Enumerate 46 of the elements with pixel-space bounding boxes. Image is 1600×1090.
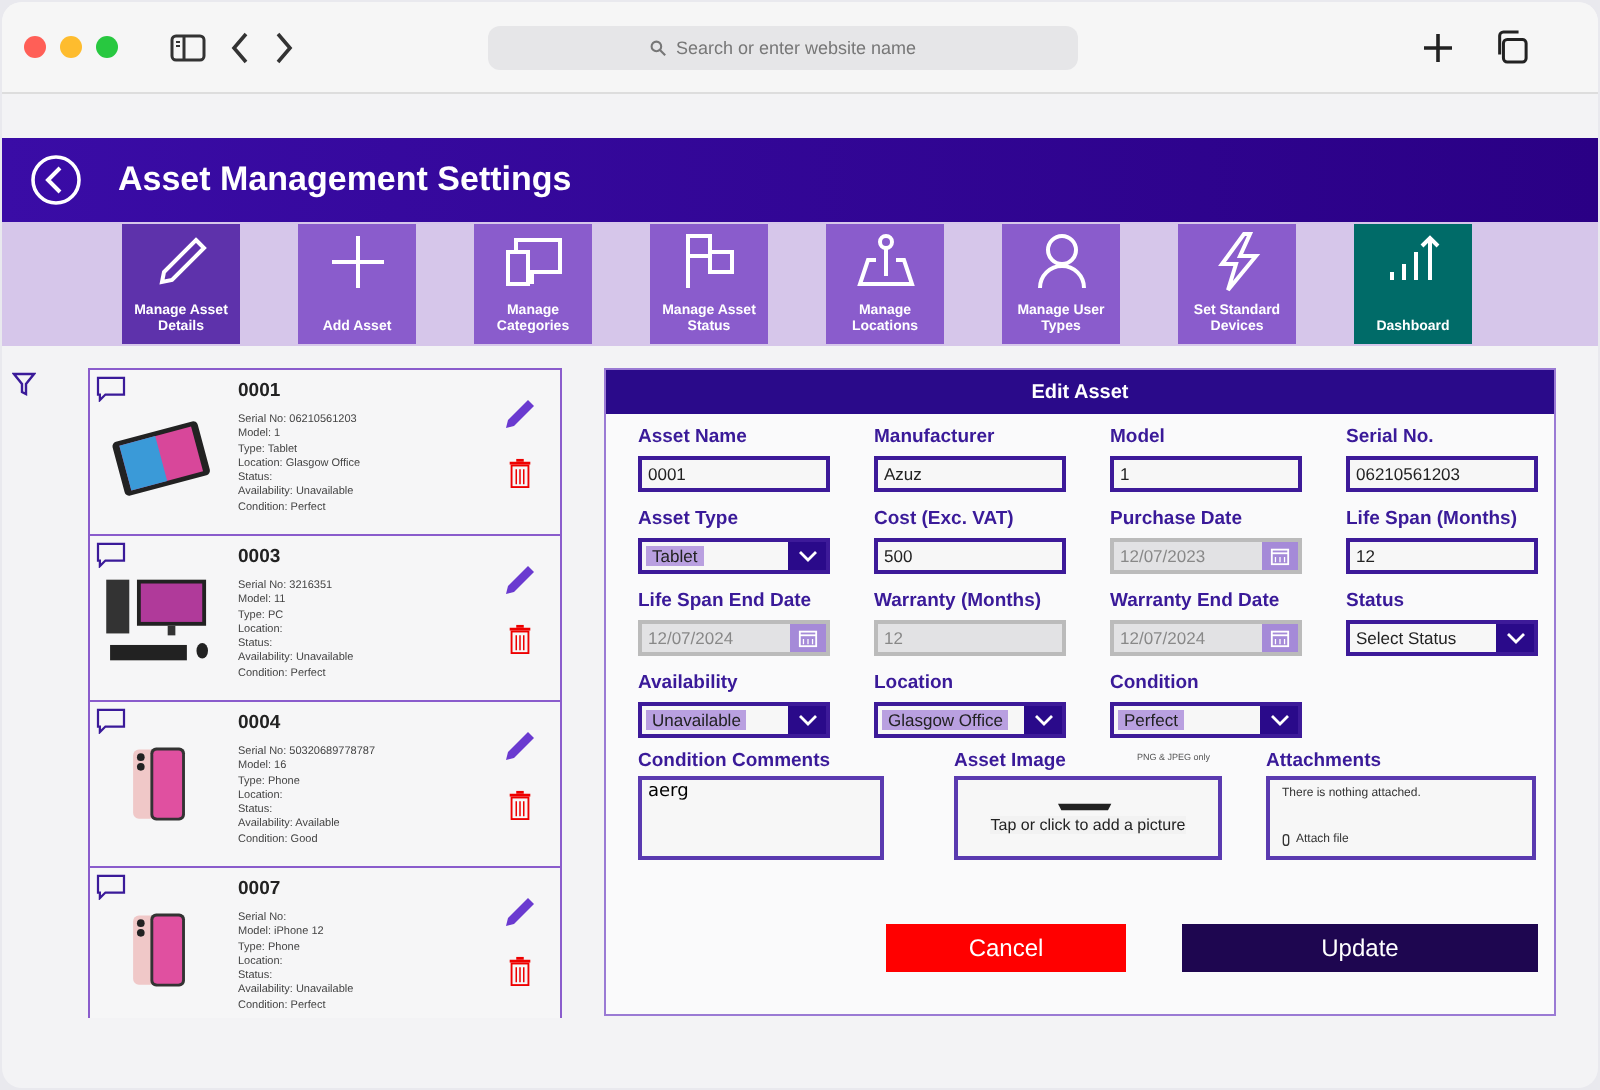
- dropdown[interactable]: Perfect: [1110, 702, 1302, 738]
- input-field[interactable]: 500: [874, 538, 1066, 574]
- input-field[interactable]: 06210561203: [1346, 456, 1538, 492]
- field-label: Manufacturer: [874, 424, 997, 450]
- address-bar[interactable]: Search or enter website name: [488, 25, 1078, 69]
- field-label: Location: [874, 670, 956, 696]
- field-label: Life Span (Months): [1346, 506, 1519, 532]
- asset-id: 0003: [238, 546, 283, 568]
- input-field[interactable]: 0001: [638, 456, 830, 492]
- date-picker: 12/07/2023: [1110, 538, 1302, 574]
- field-label: Cost (Exc. VAT): [874, 506, 1016, 532]
- field-label: Condition: [1110, 670, 1201, 696]
- field-label: Availability: [638, 670, 740, 696]
- dropdown[interactable]: Unavailable: [638, 702, 830, 738]
- cancel-button[interactable]: Cancel: [886, 924, 1126, 972]
- input-field[interactable]: 12: [1346, 538, 1538, 574]
- dropdown[interactable]: Tablet: [638, 538, 830, 574]
- field-label: Condition Comments: [638, 748, 833, 774]
- input-field[interactable]: 1: [1110, 456, 1302, 492]
- dropdown[interactable]: Glasgow Office: [874, 702, 1066, 738]
- field-label: Purchase Date: [1110, 506, 1245, 532]
- field-label: Life Span End Date: [638, 588, 814, 614]
- field-label: Warranty End Date: [1110, 588, 1282, 614]
- address-placeholder: Search or enter website name: [675, 37, 917, 57]
- asset-id: 0001: [238, 380, 283, 402]
- input-field: 12: [874, 620, 1066, 656]
- input-field[interactable]: Azuz: [874, 456, 1066, 492]
- asset-id: 0004: [238, 712, 283, 734]
- field-label: Model: [1110, 424, 1167, 450]
- page-title: Asset Management Settings: [118, 160, 572, 200]
- upload-prompt: Tap or click to add a picture: [990, 816, 1186, 834]
- field-label: Asset Name: [638, 424, 749, 450]
- field-label: Warranty (Months): [874, 588, 1044, 614]
- asset-id: 0007: [238, 878, 283, 900]
- date-picker: 12/07/2024: [1110, 620, 1302, 656]
- text-area[interactable]: aerg: [638, 776, 884, 860]
- image-upload-area[interactable]: Tap or click to add a picture: [954, 776, 1222, 860]
- field-label: Serial No.: [1346, 424, 1436, 450]
- field-label: Attachments: [1266, 748, 1384, 774]
- update-button[interactable]: Update: [1182, 924, 1538, 972]
- field-label: Asset Type: [638, 506, 740, 532]
- field-label: Asset Image: [954, 748, 1066, 774]
- dropdown[interactable]: Select Status: [1346, 620, 1538, 656]
- panel-title: Edit Asset: [606, 370, 1554, 414]
- date-picker: 12/07/2024: [638, 620, 830, 656]
- field-label: Status: [1346, 588, 1407, 614]
